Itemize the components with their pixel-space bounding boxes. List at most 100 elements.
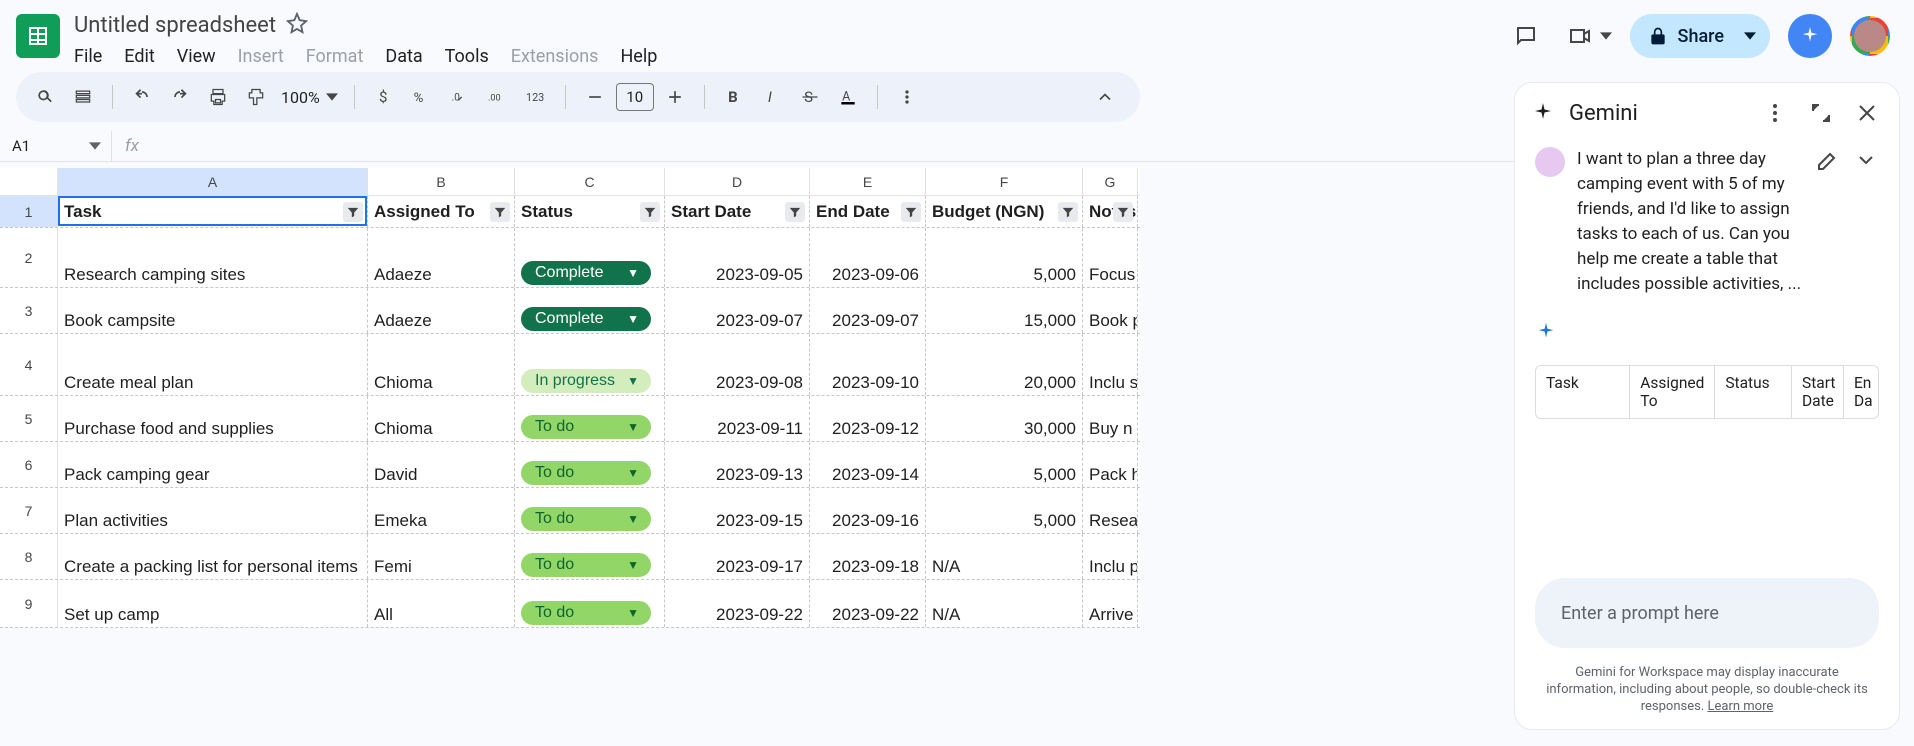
status-chip[interactable]: To do▼ [521, 553, 651, 577]
account-avatar[interactable] [1850, 16, 1890, 56]
column-header-A[interactable]: A [58, 168, 368, 195]
prompt-input[interactable]: Enter a prompt here [1535, 578, 1879, 648]
more-toolbar-icon[interactable] [890, 80, 924, 114]
menu-view[interactable]: View [177, 46, 216, 67]
header-cell-e[interactable]: End Date [810, 196, 926, 227]
cell[interactable]: 2023-09-17 [665, 534, 810, 579]
cell[interactable]: 2023-09-07 [810, 288, 926, 333]
expand-prompt-icon[interactable] [1853, 147, 1879, 173]
increase-font-icon[interactable] [658, 80, 692, 114]
paint-format-icon[interactable] [239, 80, 273, 114]
cell[interactable]: 2023-09-10 [810, 334, 926, 395]
column-header-B[interactable]: B [368, 168, 515, 195]
row-header-5[interactable]: 5 [0, 396, 58, 441]
cell[interactable]: Create meal plan [58, 334, 368, 395]
header-cell-f[interactable]: Budget (NGN) [926, 196, 1083, 227]
panel-fullscreen-icon[interactable] [1805, 97, 1837, 129]
more-formats-icon[interactable]: 123 [519, 80, 553, 114]
cell[interactable]: 5,000 [926, 488, 1083, 533]
cell[interactable]: 2023-09-12 [810, 396, 926, 441]
cell[interactable]: 2023-09-07 [665, 288, 810, 333]
collapse-toolbar-icon[interactable] [1088, 80, 1122, 114]
cell[interactable]: Book peopl [1083, 288, 1138, 333]
column-header-G[interactable]: G [1083, 168, 1138, 195]
cell[interactable]: 2023-09-18 [810, 534, 926, 579]
name-box[interactable]: A1 [0, 131, 112, 161]
cell[interactable]: Focus amen [1083, 228, 1138, 287]
share-dropdown-icon[interactable] [1736, 30, 1764, 42]
menu-file[interactable]: File [74, 46, 102, 67]
cell-status[interactable]: To do▼ [515, 580, 665, 627]
row-header-2[interactable]: 2 [0, 228, 58, 287]
cell[interactable]: N/A [926, 580, 1083, 627]
decrease-decimal-icon[interactable]: .0 [443, 80, 477, 114]
cell[interactable]: Set up camp [58, 580, 368, 627]
row-header-4[interactable]: 4 [0, 334, 58, 395]
redo-icon[interactable] [163, 80, 197, 114]
cell[interactable]: 2023-09-22 [810, 580, 926, 627]
currency-icon[interactable]: $ [367, 80, 401, 114]
filter-icon[interactable] [1113, 202, 1133, 222]
status-chip[interactable]: Complete▼ [521, 307, 651, 331]
bold-icon[interactable]: B [717, 80, 751, 114]
cell[interactable]: Chioma [368, 396, 515, 441]
cell[interactable]: Resea other [1083, 488, 1138, 533]
undo-icon[interactable] [125, 80, 159, 114]
row-header-3[interactable]: 3 [0, 288, 58, 333]
header-cell-a[interactable]: Task [58, 196, 368, 227]
cell[interactable]: 2023-09-13 [665, 442, 810, 487]
header-cell-c[interactable]: Status [515, 196, 665, 227]
column-header-C[interactable]: C [515, 168, 665, 195]
cell-status[interactable]: To do▼ [515, 442, 665, 487]
column-header-D[interactable]: D [665, 168, 810, 195]
status-chip[interactable]: To do▼ [521, 601, 651, 625]
cell[interactable]: N/A [926, 534, 1083, 579]
cell-status[interactable]: Complete▼ [515, 288, 665, 333]
font-size-input[interactable]: 10 [616, 83, 654, 111]
menu-data[interactable]: Data [385, 46, 422, 67]
cell[interactable]: 5,000 [926, 228, 1083, 287]
menu-extensions[interactable]: Extensions [511, 46, 599, 67]
sheets-logo[interactable] [16, 14, 60, 58]
cell[interactable]: 2023-09-11 [665, 396, 810, 441]
menu-help[interactable]: Help [620, 46, 657, 67]
zoom-dropdown[interactable]: 100% [277, 88, 342, 107]
meet-dropdown-icon[interactable] [1600, 27, 1612, 46]
column-header-F[interactable]: F [926, 168, 1083, 195]
percent-icon[interactable]: % [405, 80, 439, 114]
cell[interactable]: Adaeze [368, 228, 515, 287]
cell[interactable]: Femi [368, 534, 515, 579]
cell[interactable]: 2023-09-15 [665, 488, 810, 533]
cell[interactable]: Purchase food and supplies [58, 396, 368, 441]
cell[interactable]: Adaeze [368, 288, 515, 333]
gemini-button[interactable] [1788, 14, 1832, 58]
status-chip[interactable]: To do▼ [521, 507, 651, 531]
edit-prompt-icon[interactable] [1815, 147, 1841, 173]
cell[interactable]: Arrive tents, [1083, 580, 1138, 627]
cell[interactable]: 2023-09-08 [665, 334, 810, 395]
cell[interactable]: 15,000 [926, 288, 1083, 333]
cell[interactable]: 2023-09-14 [810, 442, 926, 487]
cell[interactable]: Create a packing list for personal items [58, 534, 368, 579]
cell[interactable]: Chioma [368, 334, 515, 395]
cell[interactable]: 2023-09-06 [810, 228, 926, 287]
cell-status[interactable]: To do▼ [515, 488, 665, 533]
cell[interactable]: Emeka [368, 488, 515, 533]
share-button[interactable]: Share [1630, 14, 1770, 58]
cell[interactable]: Buy n equip [1083, 396, 1138, 441]
status-chip[interactable]: In progress▼ [521, 369, 651, 393]
filter-icon[interactable] [1058, 202, 1078, 222]
cell[interactable]: 2023-09-16 [810, 488, 926, 533]
row-header-8[interactable]: 8 [0, 534, 58, 579]
header-cell-g[interactable]: Notes [1083, 196, 1138, 227]
cell[interactable]: 2023-09-22 [665, 580, 810, 627]
cell[interactable]: Inclu snack restric [1083, 334, 1138, 395]
row-header-9[interactable]: 9 [0, 580, 58, 627]
panel-close-icon[interactable] [1851, 97, 1883, 129]
learn-more-link[interactable]: Learn more [1707, 699, 1773, 714]
header-cell-b[interactable]: Assigned To [368, 196, 515, 227]
header-cell-d[interactable]: Start Date [665, 196, 810, 227]
print-icon[interactable] [201, 80, 235, 114]
decrease-font-icon[interactable] [578, 80, 612, 114]
italic-icon[interactable]: I [755, 80, 789, 114]
